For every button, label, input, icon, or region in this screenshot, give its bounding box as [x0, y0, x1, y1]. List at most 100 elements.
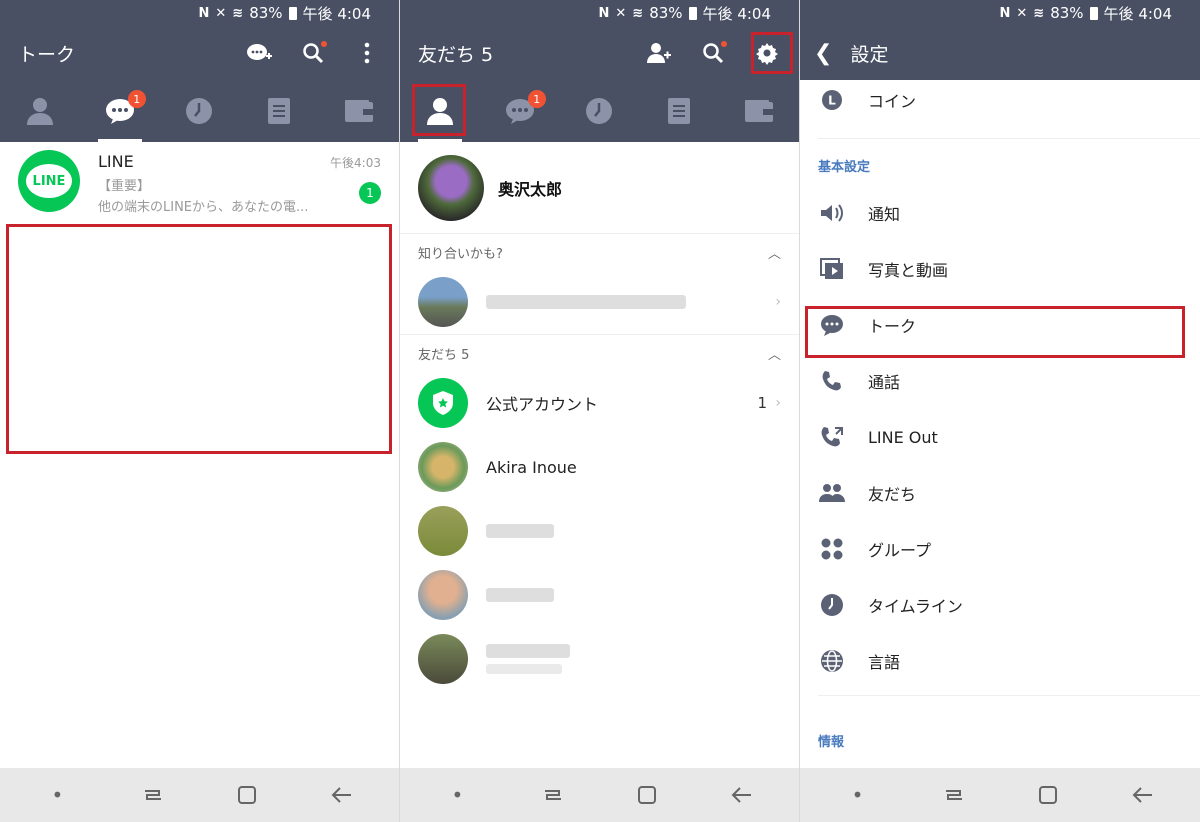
wifi-icon: ≋: [1033, 5, 1045, 21]
blurred-name: [486, 524, 554, 538]
nfc-icon: N: [598, 5, 610, 21]
add-friend-icon[interactable]: [645, 39, 673, 67]
clock-icon: [186, 98, 213, 124]
status-time: 午後 4:04: [302, 4, 371, 23]
friend-list-item[interactable]: [400, 627, 799, 691]
official-account-row[interactable]: 公式アカウント 1 ›: [400, 371, 799, 435]
coin-icon: L: [818, 86, 846, 114]
official-account-label: 公式アカウント: [486, 395, 599, 414]
settings-item-line-out[interactable]: LINE Out: [800, 409, 1200, 465]
settings-item-notifications[interactable]: 通知: [800, 185, 1200, 241]
nav-dot-icon[interactable]: •: [437, 775, 477, 815]
battery-icon: [288, 6, 297, 20]
search-icon[interactable]: [699, 39, 727, 67]
chevron-right-icon: ›: [775, 395, 781, 411]
chat-timestamp: 午後4:03: [330, 156, 381, 170]
status-time: 午後 4:04: [1103, 4, 1172, 23]
recent-apps-icon[interactable]: [933, 775, 973, 815]
tab-chats[interactable]: 1: [480, 80, 560, 142]
page-title: 設定: [850, 43, 889, 66]
official-account-icon: [418, 378, 468, 428]
divider: [818, 138, 1200, 139]
back-chevron-icon[interactable]: ❮: [814, 41, 832, 66]
suggested-section-header[interactable]: 知り合いかも? ︿: [400, 234, 799, 270]
settings-item-photos-videos[interactable]: 写真と動画: [800, 241, 1200, 297]
friends-screen: N ✕ ≋ 83% 午後 4:04 友だち 5 1 奥沢太郎 知り合いかも? ︿…: [400, 0, 800, 822]
tab-timeline[interactable]: [160, 80, 240, 142]
settings-item-timeline[interactable]: タイムライン: [800, 577, 1200, 633]
settings-screen: N ✕ ≋ 83% 午後 4:04 ❮ 設定 L コイン 基本設定 通知 写真と…: [800, 0, 1200, 822]
talk-header: トーク: [0, 26, 399, 80]
tab-friends[interactable]: [0, 80, 80, 142]
blurred-name: [486, 644, 570, 658]
back-arrow-icon[interactable]: [322, 775, 362, 815]
friend-avatar: [418, 570, 468, 620]
speaker-icon: [818, 199, 846, 227]
friend-list-item[interactable]: Akira Inoue: [400, 435, 799, 499]
nav-dot-icon[interactable]: •: [37, 775, 77, 815]
settings-item-language[interactable]: 言語: [800, 633, 1200, 689]
friends-icon: [818, 479, 846, 507]
recent-apps-icon[interactable]: [532, 775, 572, 815]
recent-apps-icon[interactable]: [132, 775, 172, 815]
back-arrow-icon[interactable]: [1123, 775, 1163, 815]
more-menu-icon[interactable]: [353, 39, 381, 67]
mute-icon: ✕: [1016, 5, 1028, 21]
my-profile-row[interactable]: 奥沢太郎: [400, 142, 799, 234]
nav-dot-icon[interactable]: •: [838, 775, 878, 815]
highlight-talk-setting: [805, 306, 1185, 358]
my-avatar: [418, 154, 484, 221]
friend-list-item[interactable]: [400, 499, 799, 563]
mute-icon: ✕: [615, 5, 627, 21]
friend-name: Akira Inoue: [486, 457, 577, 477]
chat-list-item[interactable]: LINE LINE 【重要】 他の端末のLINEから、あなたの電... 午後4:…: [0, 142, 399, 220]
tab-chats[interactable]: 1: [80, 80, 160, 142]
screens-container: N ✕ ≋ 83% 午後 4:04 トーク 1 LINE LINE 【重要】 他…: [0, 0, 1200, 822]
unread-count-badge: 1: [359, 182, 381, 204]
tab-news[interactable]: [239, 80, 319, 142]
globe-icon: [818, 647, 846, 675]
friend-list-item[interactable]: [400, 563, 799, 627]
collapse-chevron-icon: ︿: [767, 246, 781, 262]
search-alert-dot: [721, 41, 727, 47]
chat-tab-badge: 1: [127, 90, 146, 108]
new-chat-icon[interactable]: [245, 39, 273, 67]
battery-percent: 83%: [249, 4, 283, 22]
talk-screen: N ✕ ≋ 83% 午後 4:04 トーク 1 LINE LINE 【重要】 他…: [0, 0, 400, 822]
back-arrow-icon[interactable]: [722, 775, 762, 815]
wallet-icon: [345, 100, 374, 122]
official-account-count: 1: [757, 394, 767, 412]
status-bar: N ✕ ≋ 83% 午後 4:04: [800, 0, 1200, 26]
friends-section-header[interactable]: 友だち 5 ︿: [400, 335, 799, 371]
battery-percent: 83%: [1050, 4, 1084, 22]
home-icon[interactable]: [1028, 775, 1068, 815]
friend-avatar: [418, 442, 468, 492]
settings-item-groups[interactable]: グループ: [800, 521, 1200, 577]
svg-text:L: L: [828, 94, 836, 108]
tab-news[interactable]: [639, 80, 719, 142]
chat-preview-line2: 他の端末のLINEから、あなたの電...: [98, 200, 309, 215]
my-profile-name: 奥沢太郎: [498, 179, 563, 199]
settings-item-coin[interactable]: L コイン: [800, 80, 1200, 120]
friend-avatar: [418, 634, 468, 684]
friend-avatar: [418, 506, 468, 556]
home-icon[interactable]: [227, 775, 267, 815]
android-nav-bar: •: [400, 768, 799, 822]
friends-header: 友だち 5: [400, 26, 799, 80]
tab-wallet[interactable]: [719, 80, 799, 142]
settings-item-calls[interactable]: 通話: [800, 353, 1200, 409]
tab-timeline[interactable]: [560, 80, 640, 142]
nfc-icon: N: [999, 5, 1011, 21]
chat-tab-badge: 1: [527, 90, 546, 108]
chevron-right-icon: ›: [775, 294, 781, 310]
friend-list-item[interactable]: ›: [400, 270, 799, 334]
blurred-name: [486, 295, 686, 309]
wifi-icon: ≋: [632, 5, 644, 21]
tab-wallet[interactable]: [319, 80, 399, 142]
photo-video-icon: [818, 255, 846, 283]
search-icon[interactable]: [299, 39, 327, 67]
highlight-friends-tab: [412, 84, 466, 136]
home-icon[interactable]: [627, 775, 667, 815]
settings-item-friends[interactable]: 友だち: [800, 465, 1200, 521]
divider: [818, 695, 1200, 696]
